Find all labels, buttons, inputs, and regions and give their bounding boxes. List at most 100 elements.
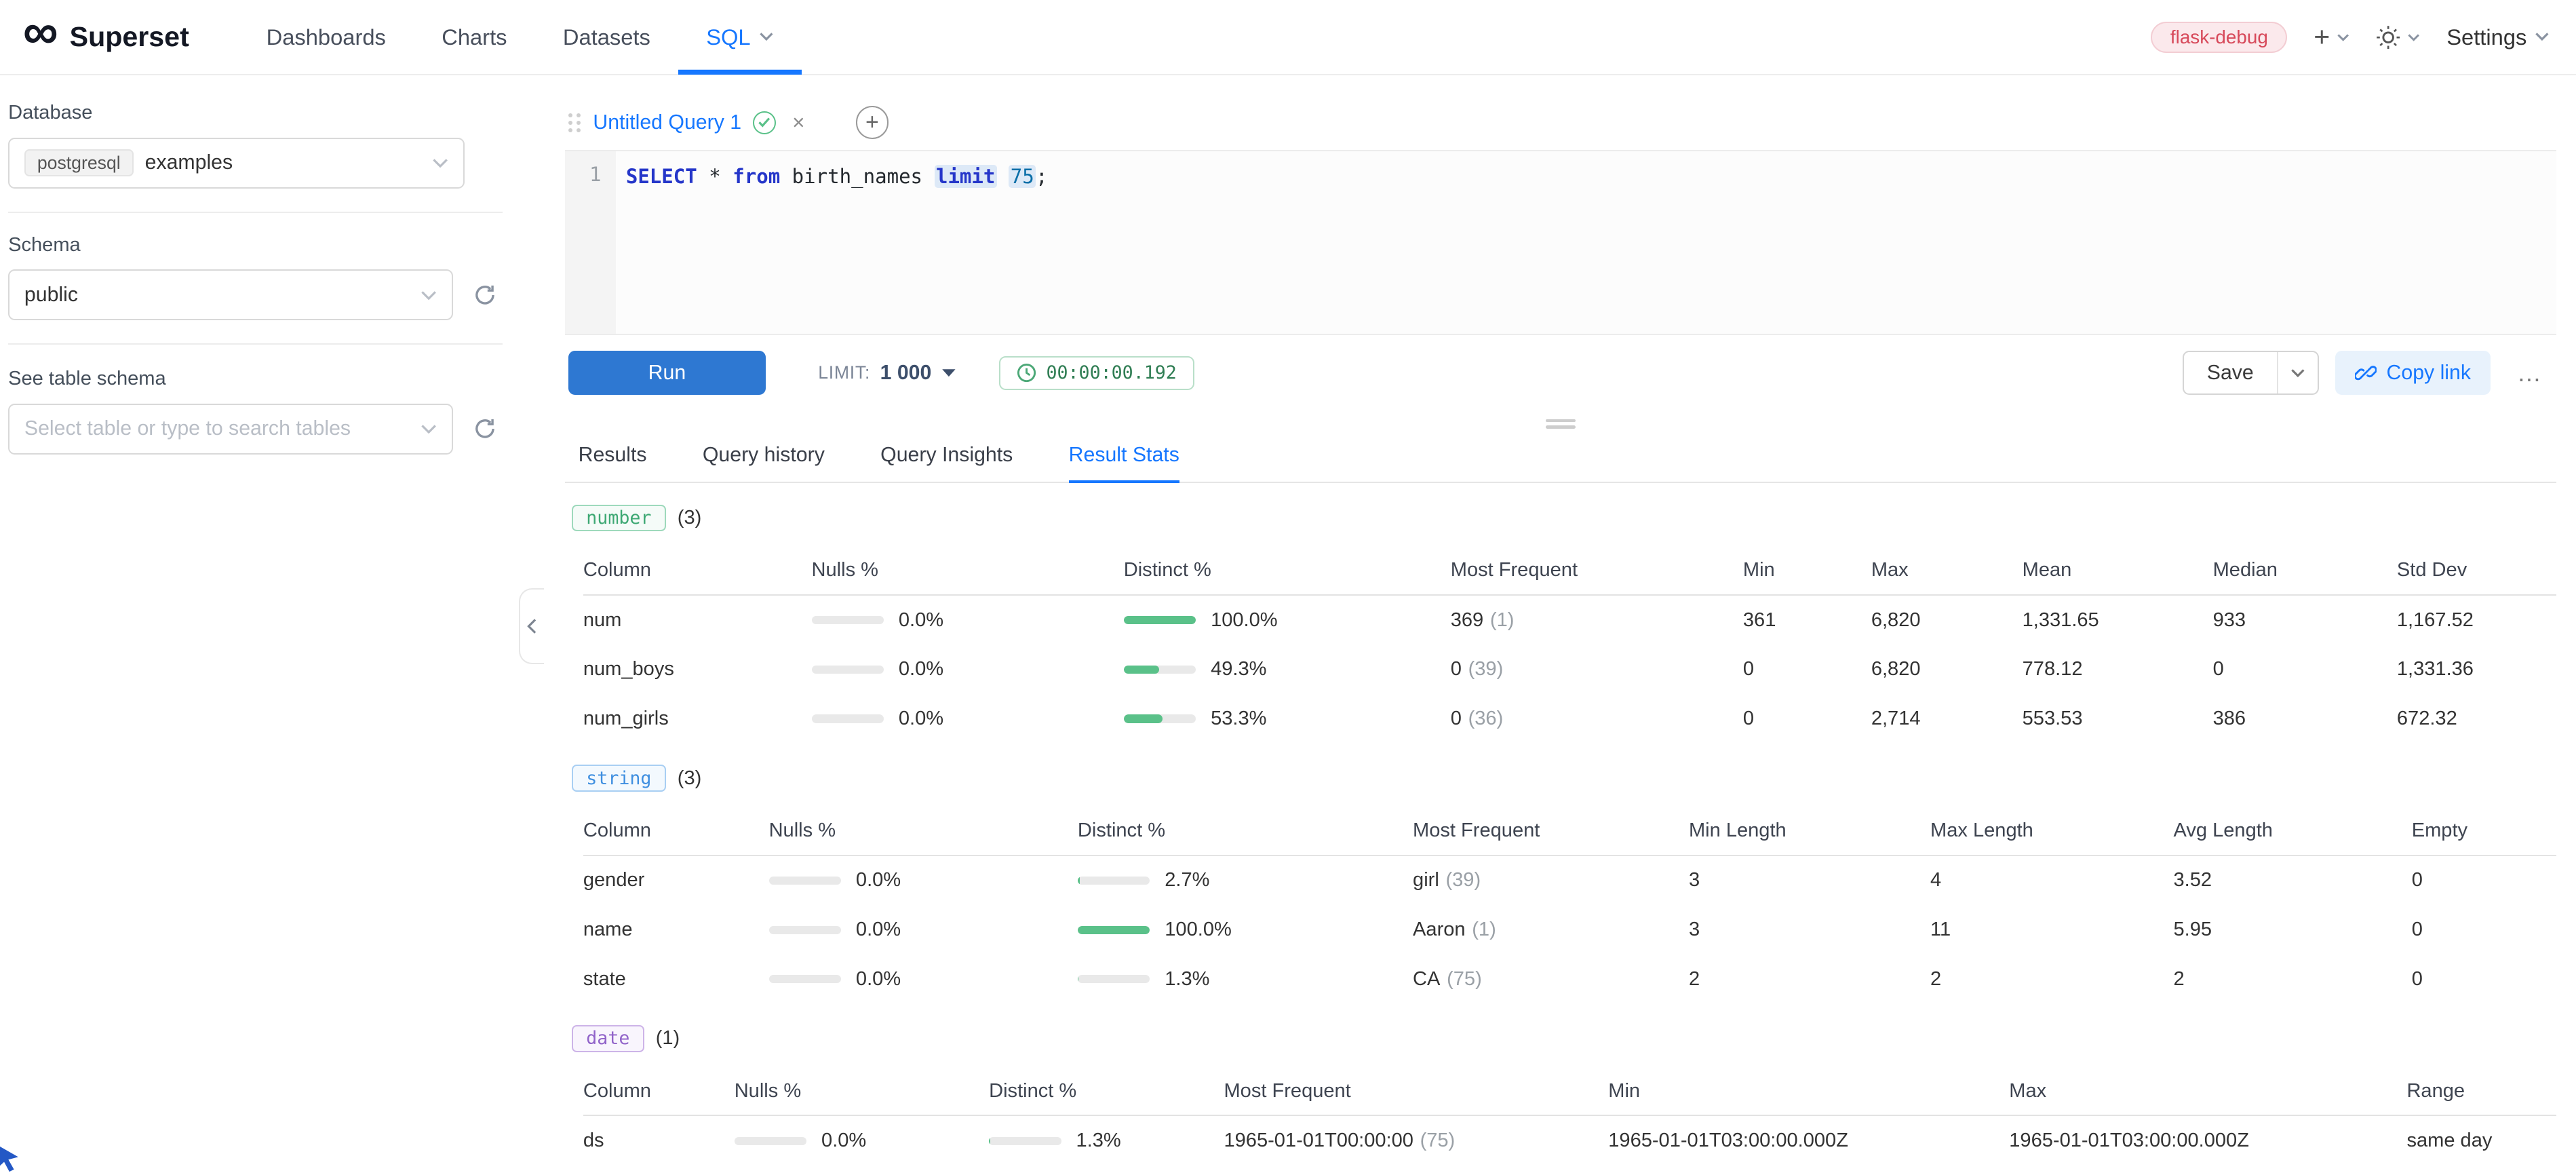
pane-splitter[interactable]	[565, 411, 2556, 431]
cell-most-frequent: 369(1)	[1451, 596, 1743, 645]
cell-min-length: 2	[1689, 955, 1930, 1004]
save-button-group: Save	[2183, 351, 2319, 395]
sql-lab-workspace: Database postgresql examples Schema publ…	[0, 75, 2576, 1172]
cell-column: num_girls	[583, 694, 812, 744]
refresh-schemas-icon[interactable]	[467, 277, 503, 313]
close-tab-icon[interactable]: ×	[787, 111, 810, 135]
copy-link-button[interactable]: Copy link	[2335, 351, 2491, 395]
type-count: (3)	[678, 507, 702, 529]
cell-column: num_boys	[583, 645, 812, 695]
cell-min: 1965-01-01T03:00:00.000Z	[1608, 1116, 2009, 1166]
cell-column: gender	[583, 856, 769, 906]
sql-keyword: limit	[935, 165, 997, 188]
tab-results[interactable]: Results	[579, 444, 647, 482]
cell-nulls: 0.0%	[769, 856, 1078, 906]
nulls-bar	[769, 877, 842, 885]
tab-query-insights[interactable]: Query Insights	[880, 444, 1013, 482]
add-tab-button[interactable]: +	[856, 106, 889, 138]
cell-column: state	[583, 955, 769, 1004]
database-engine-tag: postgresql	[24, 149, 134, 176]
cell-column: name	[583, 905, 769, 955]
table-schema-label: See table schema	[8, 368, 503, 390]
cell-distinct: 53.3%	[1124, 694, 1451, 744]
column-header: Distinct %	[989, 1067, 1224, 1117]
database-label: Database	[8, 102, 503, 124]
table-select[interactable]: Select table or type to search tables	[8, 404, 453, 455]
number-stats-table: Column Nulls % Distinct % Most Frequent …	[572, 546, 2556, 744]
run-query-button[interactable]: Run	[568, 351, 766, 395]
distinct-bar	[989, 1137, 1061, 1145]
column-header: Min	[1743, 546, 1871, 596]
refresh-tables-icon[interactable]	[467, 411, 503, 447]
cell-distinct: 100.0%	[1124, 596, 1451, 645]
column-header: Mean	[2023, 546, 2213, 596]
column-header: Max Length	[1930, 807, 2173, 856]
column-header: Max	[2009, 1067, 2406, 1117]
schema-label: Schema	[8, 234, 503, 256]
nulls-bar	[812, 616, 884, 624]
limit-dropdown[interactable]: LIMIT: 1 000	[818, 362, 956, 385]
superset-brand[interactable]: ∞ Superset	[23, 21, 189, 53]
save-options-caret[interactable]	[2277, 352, 2318, 393]
clock-icon	[1017, 363, 1036, 383]
schema-select[interactable]: public	[8, 269, 453, 320]
column-header: Most Frequent	[1224, 1067, 1608, 1117]
cell-max: 6,820	[1871, 596, 2023, 645]
tab-result-stats[interactable]: Result Stats	[1069, 444, 1179, 482]
sidebar-divider	[8, 343, 503, 345]
cell-distinct: 100.0%	[1078, 905, 1413, 955]
sql-statement: SELECT * from birth_names limit 75;	[626, 163, 2556, 191]
cell-median: 0	[2213, 645, 2397, 695]
plus-icon: +	[2314, 26, 2330, 49]
theme-toggle-button[interactable]	[2376, 25, 2420, 50]
cell-distinct: 1.3%	[1078, 955, 1413, 1004]
cell-nulls: 0.0%	[812, 596, 1124, 645]
nav-item-charts[interactable]: Charts	[414, 0, 535, 75]
column-header: Min Length	[1689, 807, 1930, 856]
editor-code-area[interactable]: SELECT * from birth_names limit 75;	[616, 151, 2556, 334]
save-button[interactable]: Save	[2184, 352, 2277, 393]
results-tab-bar: Results Query history Query Insights Res…	[565, 431, 2556, 484]
column-header: Nulls %	[769, 807, 1078, 856]
line-number: 1	[589, 163, 602, 186]
sql-keyword: from	[733, 165, 780, 188]
sidebar-divider	[8, 212, 503, 213]
cell-min: 361	[1743, 596, 1871, 645]
sql-code-editor[interactable]: 1 SELECT * from birth_names limit 75;	[565, 151, 2556, 335]
query-tab[interactable]: Untitled Query 1 ×	[565, 94, 819, 150]
cell-max: 1965-01-01T03:00:00.000Z	[2009, 1116, 2406, 1166]
column-header: Distinct %	[1078, 807, 1413, 856]
new-item-button[interactable]: +	[2314, 26, 2349, 49]
more-actions-button[interactable]: …	[2507, 359, 2553, 387]
environment-badge: flask-debug	[2151, 22, 2287, 53]
nav-item-datasets[interactable]: Datasets	[535, 0, 678, 75]
column-header: Column	[583, 546, 812, 596]
column-header: Most Frequent	[1413, 807, 1689, 856]
nav-item-sql[interactable]: SQL	[678, 0, 802, 75]
column-header: Max	[1871, 546, 2023, 596]
chevron-left-icon	[527, 618, 537, 634]
column-header: Most Frequent	[1451, 546, 1743, 596]
theme-sun-icon	[2376, 25, 2400, 50]
cell-max: 2,714	[1871, 694, 2023, 744]
tab-query-history[interactable]: Query history	[703, 444, 825, 482]
editor-gutter: 1	[565, 151, 616, 334]
cell-avg-length: 5.95	[2174, 905, 2412, 955]
cell-avg-length: 2	[2174, 955, 2412, 1004]
nav-item-dashboards[interactable]: Dashboards	[238, 0, 414, 75]
distinct-bar	[1124, 666, 1196, 674]
cell-avg-length: 3.52	[2174, 856, 2412, 906]
collapse-sidebar-button[interactable]	[519, 588, 543, 664]
settings-menu[interactable]: Settings	[2446, 24, 2550, 50]
nulls-bar	[812, 666, 884, 674]
cell-min: 0	[1743, 645, 1871, 695]
sql-number: 75	[1009, 165, 1036, 188]
cell-nulls: 0.0%	[812, 694, 1124, 744]
caret-down-icon	[941, 368, 956, 379]
limit-label: LIMIT:	[818, 362, 870, 383]
cell-distinct: 1.3%	[989, 1116, 1224, 1166]
cell-std: 1,167.52	[2397, 596, 2556, 645]
column-header: Nulls %	[812, 546, 1124, 596]
database-select[interactable]: postgresql examples	[8, 138, 465, 189]
database-value: examples	[145, 151, 233, 174]
